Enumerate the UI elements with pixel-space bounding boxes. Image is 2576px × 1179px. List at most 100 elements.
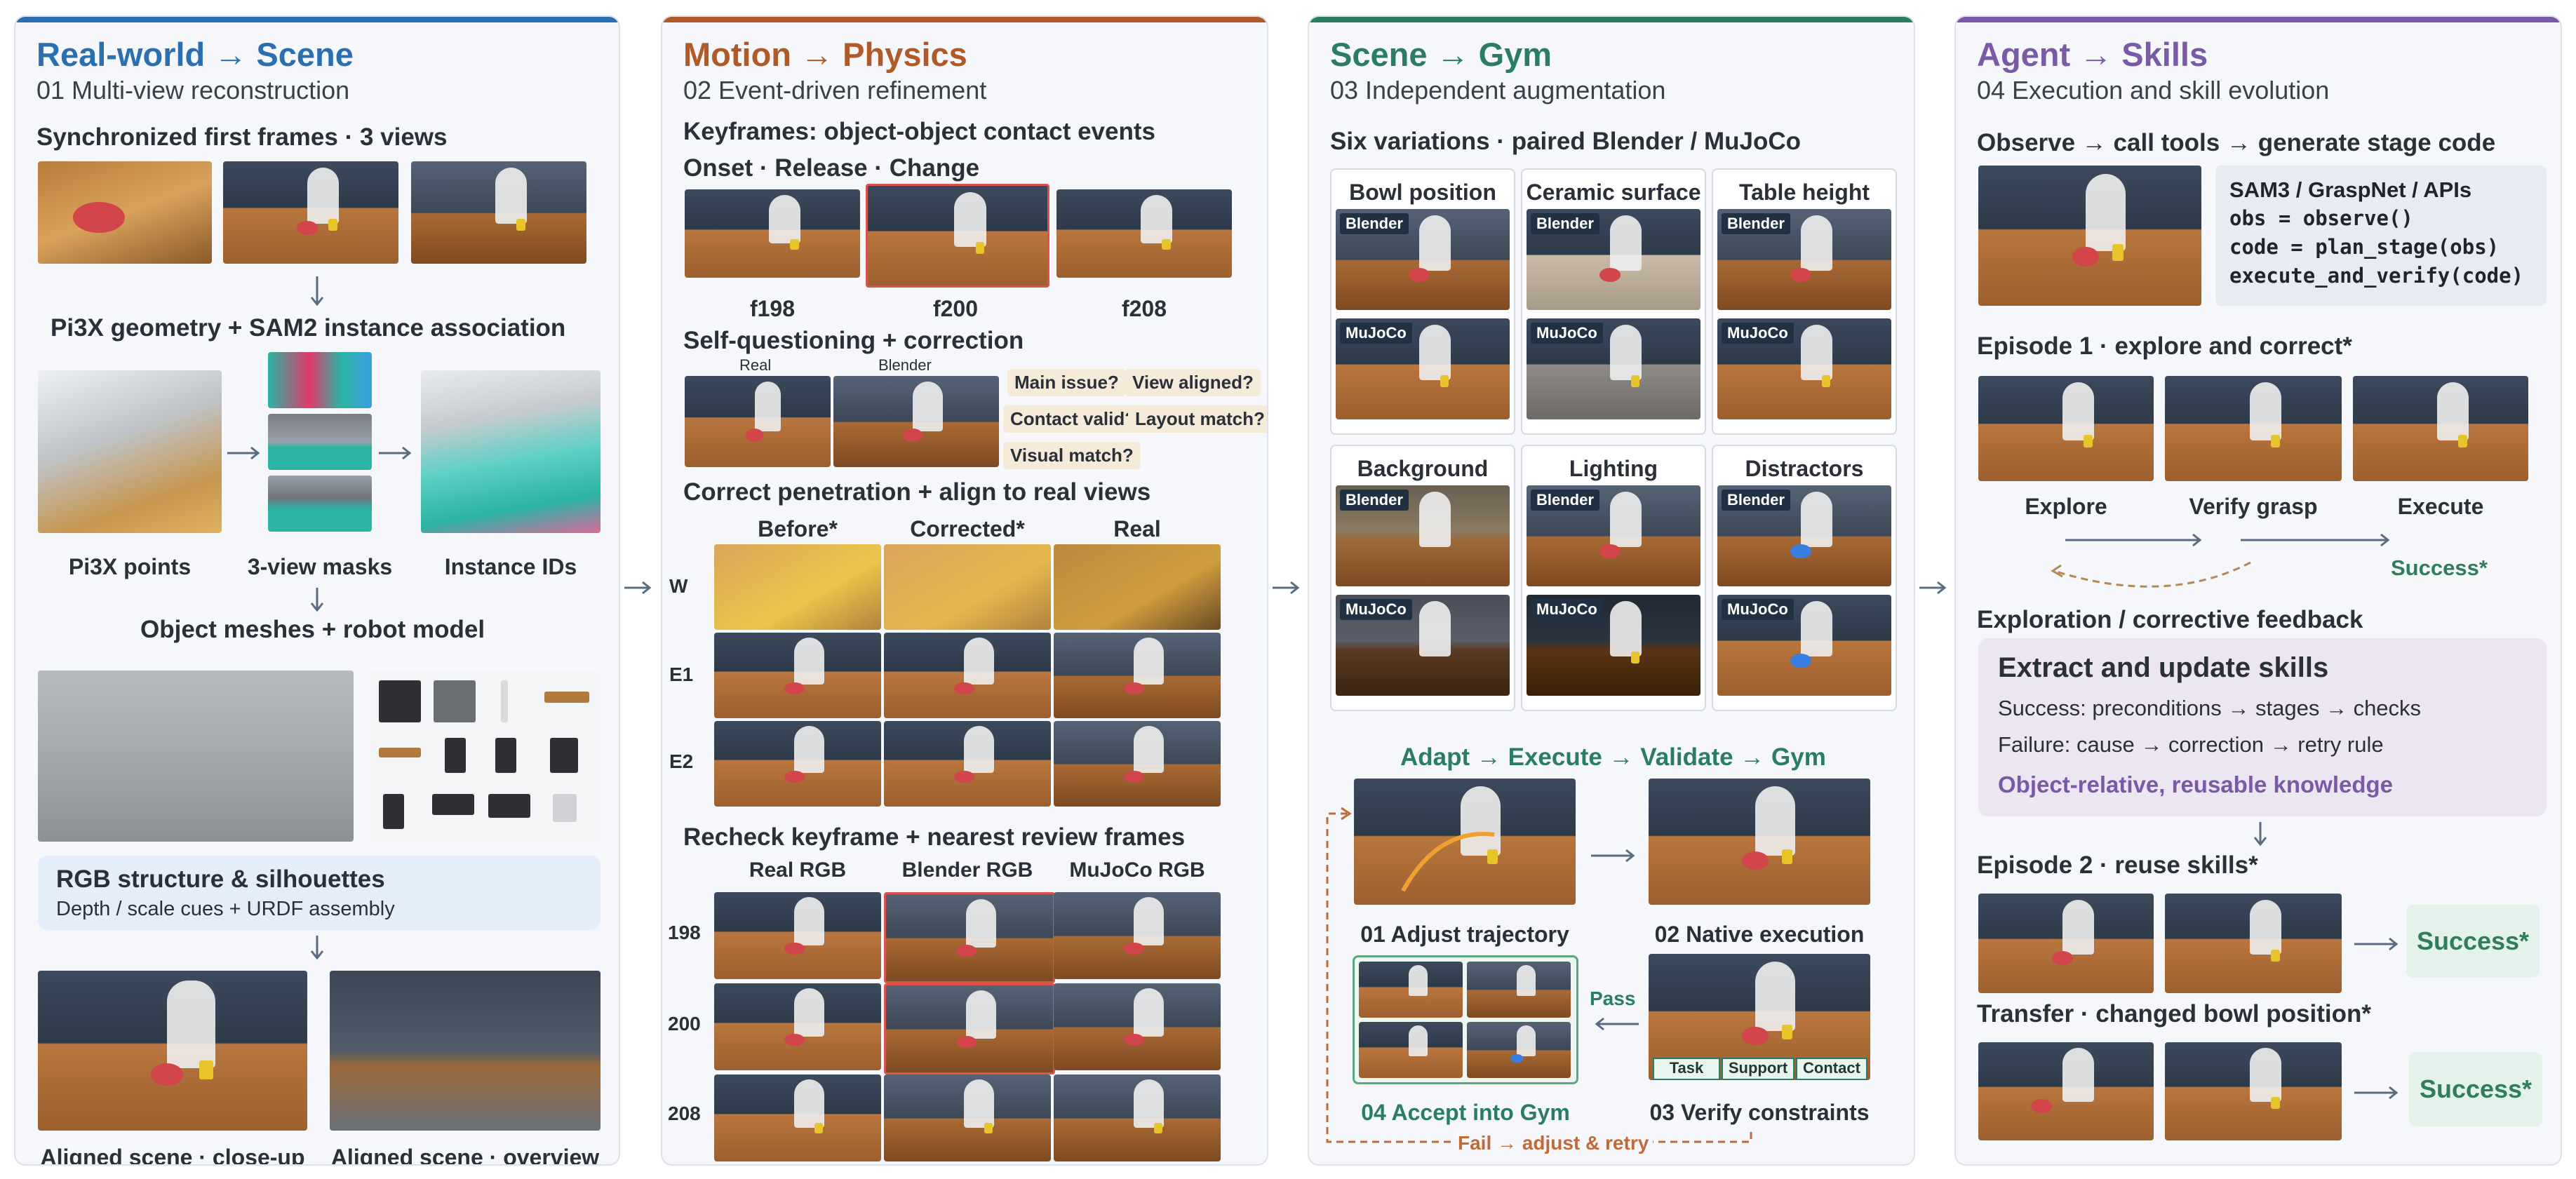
label-pi3x-points: Pi3X points	[68, 554, 192, 579]
question-chip: View aligned?	[1125, 369, 1261, 396]
episode2-image	[1978, 894, 2154, 993]
object-meshes-image	[369, 671, 601, 842]
panel-subtitle: 02 Event-driven refinement	[683, 76, 987, 105]
heading-frames: Synchronized first frames · 3 views	[36, 123, 448, 151]
grid-image	[884, 1074, 1051, 1161]
row-label: E1	[669, 663, 694, 685]
episode1-flow-arrows	[2051, 533, 2390, 588]
panel-title: Real-world → Scene	[36, 36, 354, 73]
panel-real-to-scene: Real-world → Scene 01 Multi-view reconst…	[14, 15, 620, 1166]
column-header: Real RGB	[749, 858, 847, 882]
success-label: Success*	[2391, 555, 2488, 580]
mask-3-image	[268, 476, 372, 532]
panel-agent-to-skills: Agent → Skills 04 Execution and skill ev…	[1954, 15, 2562, 1166]
question-chip: Layout match?	[1128, 405, 1267, 433]
panel-subtitle: 01 Multi-view reconstruction	[36, 76, 350, 105]
label-aligned-closeup: Aligned scene · close-up	[40, 1145, 305, 1166]
label-frame: f198	[749, 296, 796, 321]
arrow-right	[2354, 937, 2399, 951]
grid-image	[884, 633, 1051, 718]
label-real: Real	[739, 356, 772, 374]
fail-label: Fail → adjust & retry	[1454, 1132, 1653, 1154]
real-view-image	[685, 376, 831, 467]
arrow-right	[2354, 1086, 2399, 1100]
grid-image	[1054, 983, 1221, 1070]
grid-image	[714, 633, 881, 718]
column-header: Corrected*	[910, 516, 1025, 541]
mesh-scene-image	[38, 671, 354, 842]
grid-image	[884, 721, 1051, 807]
arrow-down	[310, 276, 324, 306]
arrow-between-panels	[624, 581, 652, 595]
view-3-image	[411, 161, 586, 264]
rgb-structure-title: RGB structure & silhouettes	[56, 865, 385, 893]
skill-title: Extract and update skills	[1998, 652, 2329, 683]
label-frame: f200	[932, 296, 979, 321]
keyframe-image-highlighted	[866, 184, 1049, 288]
heading-meshes: Object meshes + robot model	[140, 616, 485, 643]
heading-feedback: Exploration / corrective feedback	[1977, 606, 2363, 633]
heading-geometry: Pi3X geometry + SAM2 instance associatio…	[51, 314, 566, 342]
label-blender: Blender	[878, 356, 932, 374]
grid-image	[884, 544, 1051, 630]
grid-image	[1054, 721, 1221, 807]
label-frame: f208	[1121, 296, 1167, 321]
skill-line-success: Success: preconditions → stages → checks	[1998, 696, 2422, 720]
column-header: Real	[1113, 516, 1161, 541]
column-header: Blender RGB	[901, 858, 1033, 882]
heading-recheck: Recheck keyframe + nearest review frames	[683, 823, 1186, 851]
grid-image	[714, 892, 881, 979]
column-header: Before*	[758, 516, 838, 541]
instance-ids-image	[421, 370, 601, 533]
grid-image	[714, 983, 881, 1070]
heading-episode-2: Episode 2 · reuse skills*	[1977, 851, 2258, 879]
panel-accent-bar	[15, 17, 619, 22]
grid-image	[714, 1074, 881, 1161]
success-badge: Success*	[2406, 905, 2540, 978]
panel-scene-to-gym: Scene → Gym 03 Independent augmentation …	[1308, 15, 1915, 1166]
question-chip: Main issue?	[1007, 369, 1126, 396]
transfer-image	[1978, 1042, 2154, 1140]
row-label: 198	[668, 922, 701, 943]
panel-motion-to-physics: Motion → Physics 02 Event-driven refinem…	[661, 15, 1268, 1166]
grid-image	[884, 983, 1055, 1074]
grid-image	[1054, 544, 1221, 630]
skill-line-failure: Failure: cause → correction → retry rule	[1998, 732, 2384, 757]
grid-image	[884, 892, 1055, 983]
question-chip: Visual match?	[1003, 442, 1141, 469]
heading-onset: Onset · Release · Change	[683, 154, 980, 182]
arrow-right	[227, 446, 260, 460]
keyframe-image	[685, 189, 860, 278]
label-instance-ids: Instance IDs	[444, 554, 577, 579]
arrow-between-panels	[1919, 581, 1947, 595]
question-chip: Contact valid?	[1003, 405, 1143, 433]
grid-image	[1054, 892, 1221, 979]
mask-2-image	[268, 414, 372, 470]
grid-image	[714, 544, 881, 630]
skill-line-knowledge: Object-relative, reusable knowledge	[1998, 772, 2394, 797]
column-header: MuJoCo RGB	[1069, 858, 1205, 882]
heading-penetration: Correct penetration + align to real view…	[683, 478, 1151, 506]
arrow-down	[310, 588, 324, 612]
panel-title: Motion → Physics	[683, 36, 967, 73]
view-1-image	[38, 161, 212, 264]
grid-image	[1054, 1074, 1221, 1161]
grid-image	[1054, 633, 1221, 718]
success-badge: Success*	[2409, 1052, 2542, 1126]
episode2-image	[2165, 894, 2342, 993]
heading-transfer: Transfer · changed bowl position*	[1977, 1000, 2371, 1028]
heading-self-questioning: Self-questioning + correction	[683, 327, 1024, 354]
row-label: W	[669, 575, 688, 597]
label-aligned-overview: Aligned scene · overview	[330, 1145, 600, 1166]
arrow-between-panels	[1273, 581, 1300, 595]
aligned-overview-image	[330, 971, 601, 1131]
rgb-structure-text: Depth / scale cues + URDF assembly	[56, 898, 395, 920]
arrow-down	[2253, 822, 2267, 847]
aligned-closeup-image	[38, 971, 307, 1131]
heading-keyframes: Keyframes: object-object contact events	[683, 118, 1155, 145]
label-3view-masks: 3-view masks	[247, 554, 393, 579]
row-label: E2	[669, 750, 694, 772]
fail-loop-arrow	[1326, 807, 1752, 1143]
keyframe-image	[1056, 189, 1232, 278]
row-label: 200	[668, 1013, 701, 1035]
